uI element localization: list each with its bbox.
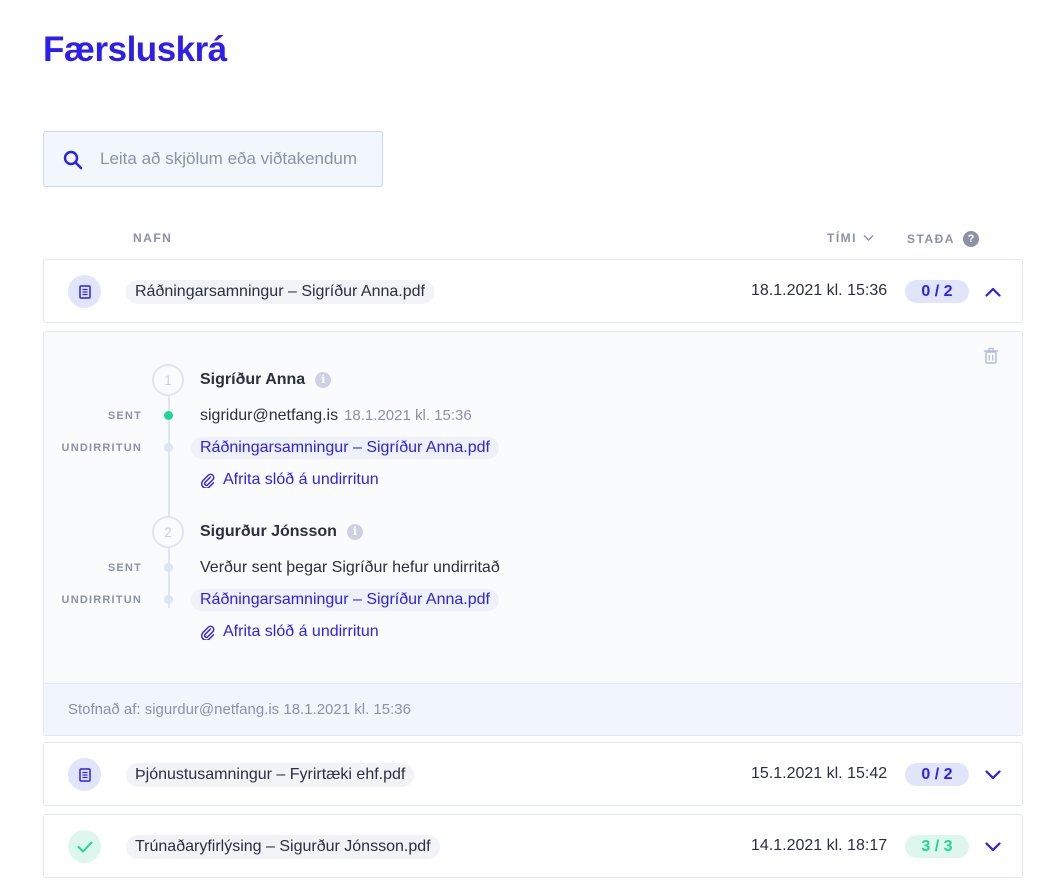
trash-icon[interactable] (982, 347, 1000, 365)
paperclip-icon (200, 625, 215, 640)
help-icon[interactable]: ? (962, 231, 979, 247)
column-header-status-label: STAÐA (907, 232, 955, 246)
copy-link-label: Afrita slóð á undirritun (223, 471, 379, 488)
copy-signature-link[interactable]: Afrita slóð á undirritun (200, 471, 379, 489)
file-name[interactable]: Trúnaðaryfirlýsing – Sigurður Jónsson.pd… (126, 835, 440, 859)
column-header-time[interactable]: TÍMI (827, 231, 874, 245)
document-icon (68, 758, 101, 791)
status-badge: 0 / 2 (905, 763, 969, 786)
row-time: 15.1.2021 kl. 15:42 (751, 765, 888, 782)
file-name[interactable]: Ráðningarsamningur – Sigríður Anna.pdf (126, 280, 434, 304)
status-badge: 3 / 3 (905, 835, 969, 858)
search-icon (63, 150, 83, 170)
copy-link-label: Afrita slóð á undirritun (223, 623, 379, 640)
signer-name-text: Sigríður Anna (200, 371, 306, 388)
search-input[interactable] (100, 132, 378, 186)
chevron-down-icon[interactable] (982, 765, 1004, 785)
table-row[interactable]: Ráðningarsamningur – Sigríður Anna.pdf 1… (43, 259, 1023, 323)
sent-status-dot (164, 563, 173, 572)
chevron-up-icon[interactable] (982, 282, 1004, 302)
chevron-down-icon[interactable] (982, 837, 1004, 857)
chevron-down-icon (863, 234, 874, 242)
column-header-name[interactable]: NAFN (133, 231, 172, 245)
info-icon[interactable]: i (346, 524, 363, 540)
signature-label: UNDIRRITUN (61, 442, 142, 454)
signer-name: Sigurður Jónsson i (200, 523, 363, 541)
signer-name: Sigríður Anna i (200, 371, 332, 389)
signature-label: UNDIRRITUN (61, 594, 142, 606)
status-badge: 0 / 2 (905, 280, 969, 303)
signature-status-dot (164, 443, 173, 452)
paperclip-icon (200, 473, 215, 488)
row-detail-panel: 1 Sigríður Anna i SENT sigridur@netfang.… (43, 331, 1023, 736)
sent-label: SENT (107, 562, 142, 574)
page-title: Færsluskrá (43, 30, 227, 69)
created-by-footer: Stofnað af: sigurdur@netfang.is 18.1.202… (44, 683, 1022, 735)
sent-status-dot (164, 411, 173, 420)
sent-time: 18.1.2021 kl. 15:36 (344, 407, 472, 424)
column-header-status: STAÐA ? (907, 231, 979, 247)
created-by-text: Stofnað af: sigurdur@netfang.is 18.1.202… (68, 701, 411, 718)
table-row[interactable]: Trúnaðaryfirlýsing – Sigurður Jónsson.pd… (43, 814, 1023, 878)
signer-email: sigridur@netfang.is (200, 407, 339, 424)
document-icon (68, 275, 101, 308)
signer-name-text: Sigurður Jónsson (200, 523, 337, 540)
sent-info: Verður sent þegar Sigríður hefur undirri… (200, 559, 500, 577)
sent-info: sigridur@netfang.is 18.1.2021 kl. 15:36 (200, 407, 472, 425)
file-name[interactable]: Þjónustusamningur – Fyrirtæki ehf.pdf (126, 763, 415, 787)
info-icon[interactable]: i (315, 372, 332, 388)
signature-document-link[interactable]: Ráðningarsamningur – Sigríður Anna.pdf (191, 437, 499, 459)
sent-label: SENT (107, 410, 142, 422)
row-time: 14.1.2021 kl. 18:17 (751, 837, 888, 854)
step-number: 1 (152, 364, 184, 396)
search-box[interactable] (43, 131, 383, 187)
table-row[interactable]: Þjónustusamningur – Fyrirtæki ehf.pdf 15… (43, 742, 1023, 806)
row-time: 18.1.2021 kl. 15:36 (751, 282, 888, 299)
check-icon (68, 830, 101, 863)
sent-pending-text: Verður sent þegar Sigríður hefur undirri… (200, 559, 500, 576)
signature-status-dot (164, 595, 173, 604)
step-number: 2 (152, 516, 184, 548)
column-header-time-label: TÍMI (827, 231, 857, 245)
copy-signature-link[interactable]: Afrita slóð á undirritun (200, 623, 379, 641)
signature-document-link[interactable]: Ráðningarsamningur – Sigríður Anna.pdf (191, 589, 499, 611)
